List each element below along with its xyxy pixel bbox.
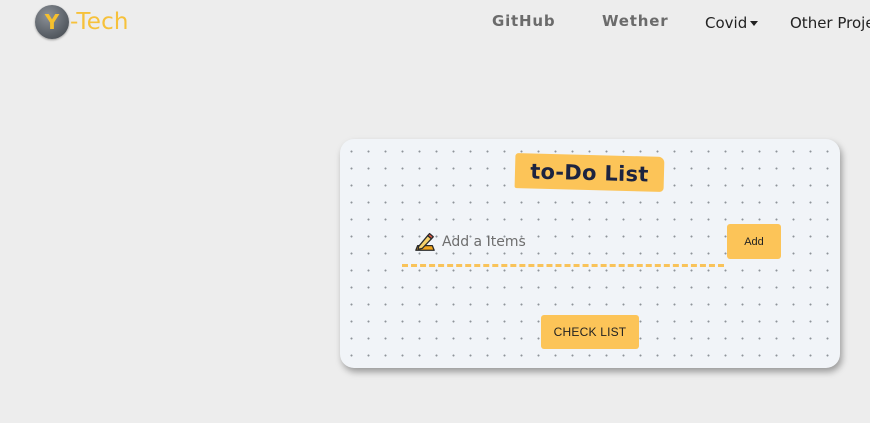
todo-title: to-Do List	[514, 153, 665, 192]
nav-link-wether[interactable]: Wether	[602, 12, 668, 30]
todo-input-row	[402, 227, 724, 267]
caret-down-icon	[750, 21, 759, 26]
brand-text: -Tech	[70, 9, 129, 35]
todo-input[interactable]	[442, 229, 712, 255]
brand-logo: Y	[35, 5, 69, 39]
nav-link-other-projects[interactable]: Other Projects	[790, 14, 870, 32]
nav-dropdown-covid[interactable]: Covid	[705, 14, 759, 32]
brand-logo-letter: Y	[44, 10, 60, 34]
brand-link[interactable]: Y -Tech	[35, 5, 129, 39]
check-list-button[interactable]: CHECK LIST	[541, 315, 639, 349]
pencil-icon	[415, 232, 435, 251]
todo-card: to-Do List Add CHECK LIST	[340, 139, 840, 368]
add-button[interactable]: Add	[727, 224, 781, 259]
nav-dropdown-covid-label: Covid	[705, 14, 748, 32]
nav-link-github[interactable]: GitHub	[492, 12, 555, 30]
navbar: Y -Tech GitHub Wether Covid Other Projec…	[0, 0, 870, 46]
